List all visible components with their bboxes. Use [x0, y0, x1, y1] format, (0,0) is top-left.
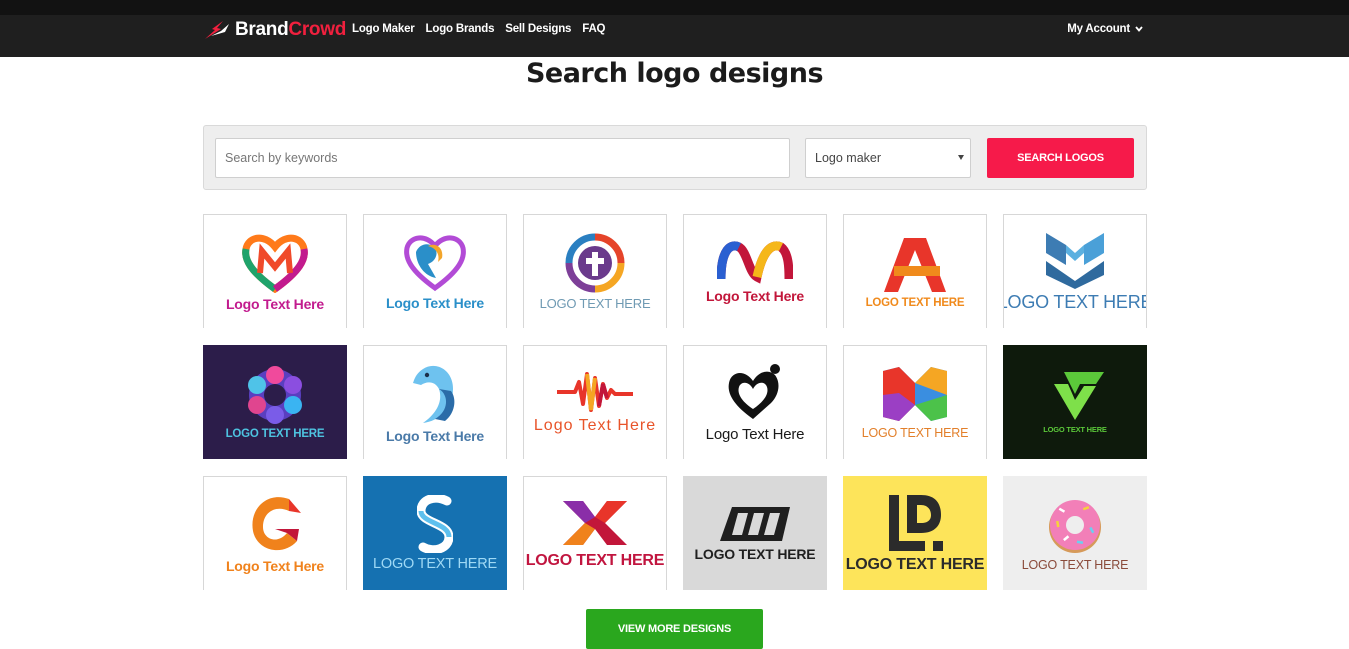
- logo-card[interactable]: LOGO TEXT HERE: [1003, 214, 1147, 328]
- brand-name-part1: Brand: [235, 19, 289, 40]
- speed-m-icon: [720, 506, 790, 541]
- logo-text: LOGO TEXT HERE: [1003, 291, 1147, 312]
- caret-down-icon: [958, 155, 964, 160]
- logo-grid: Logo Text Here Logo Text Here LOGO TEXT …: [203, 214, 1147, 590]
- letter-s-icon: [417, 494, 453, 553]
- search-logos-button[interactable]: SEARCH LOGOS: [987, 138, 1134, 178]
- brand-name-part2: Crowd: [288, 19, 347, 40]
- logo-text: LOGO TEXT HERE: [845, 555, 985, 573]
- logo-text: Logo Text Here: [225, 558, 325, 574]
- brand-logo[interactable]: BrandCrowd: [203, 19, 346, 41]
- letter-x-icon: [563, 501, 627, 545]
- logo-text: LOGO TEXT HERE: [373, 555, 497, 572]
- my-account-label: My Account: [1067, 23, 1130, 35]
- view-more-designs-button[interactable]: VIEW MORE DESIGNS: [586, 609, 763, 649]
- logo-card[interactable]: Logo Text Here: [523, 345, 667, 459]
- logo-card[interactable]: LOGO TEXT HERE: [523, 476, 667, 590]
- heart-family-icon: [728, 363, 780, 419]
- logo-text: Logo Text Here: [533, 417, 657, 434]
- main-nav: Logo Maker Logo Brands Sell Designs FAQ: [352, 23, 606, 35]
- gem-flower-icon: [248, 365, 302, 424]
- top-navbar: BrandCrowd Logo Maker Logo Brands Sell D…: [0, 0, 1349, 57]
- donut-icon: [1049, 499, 1101, 553]
- logo-card[interactable]: Logo Text Here: [363, 214, 507, 328]
- nav-logo-maker[interactable]: Logo Maker: [352, 23, 415, 35]
- chevron-down-icon: [1135, 23, 1143, 35]
- logo-card[interactable]: Logo Text Here: [683, 345, 827, 459]
- letter-a-icon: [884, 238, 946, 292]
- logo-text: LOGO TEXT HERE: [865, 297, 965, 309]
- search-panel: Logo maker SEARCH LOGOS: [203, 125, 1147, 190]
- keyword-search-input[interactable]: [215, 138, 790, 178]
- logo-text: LOGO TEXT HERE: [539, 295, 651, 311]
- logo-text: Logo Text Here: [705, 425, 805, 443]
- logo-card[interactable]: Logo Text Here: [203, 214, 347, 328]
- logo-card[interactable]: LOGO TEXT HERE: [843, 476, 987, 590]
- logo-text: Logo Text Here: [705, 288, 805, 304]
- logo-text: LOGO TEXT HERE: [525, 552, 665, 569]
- logo-text: Logo Text Here: [385, 428, 485, 444]
- nav-sell-designs[interactable]: Sell Designs: [505, 23, 571, 35]
- logo-text: LOGO TEXT HERE: [694, 545, 816, 562]
- logo-text: LOGO TEXT HERE: [861, 426, 969, 440]
- logo-text: LOGO TEXT HERE: [225, 427, 325, 440]
- nav-logo-brands[interactable]: Logo Brands: [426, 23, 495, 35]
- heart-m-icon: [242, 234, 308, 293]
- logo-text: LOGO TEXT HERE: [1043, 425, 1107, 434]
- logo-card[interactable]: LOGO TEXT HERE: [1003, 345, 1147, 459]
- category-select-value: Logo maker: [815, 151, 882, 165]
- logo-card[interactable]: Logo Text Here: [363, 345, 507, 459]
- ribbon-m-icon: [717, 241, 793, 284]
- page-title: Search logo designs: [525, 58, 824, 89]
- chevron-m-icon: [1046, 232, 1104, 289]
- logo-card[interactable]: LOGO TEXT HERE: [203, 345, 347, 459]
- logo-text: Logo Text Here: [385, 295, 485, 311]
- brand-bolt-icon: [203, 19, 231, 41]
- logo-card[interactable]: LOGO TEXT HERE: [843, 214, 987, 328]
- dolphin-icon: [413, 365, 455, 423]
- logo-card[interactable]: LOGO TEXT HERE: [523, 214, 667, 328]
- logo-text: LOGO TEXT HERE: [1021, 557, 1129, 572]
- logo-card[interactable]: LOGO TEXT HERE: [683, 476, 827, 590]
- letter-v-icon: [1046, 372, 1104, 420]
- logo-card[interactable]: Logo Text Here: [203, 476, 347, 590]
- logo-text: Logo Text Here: [225, 296, 325, 312]
- nav-faq[interactable]: FAQ: [582, 23, 605, 35]
- logo-card[interactable]: Logo Text Here: [683, 214, 827, 328]
- logo-card[interactable]: LOGO TEXT HERE: [843, 345, 987, 459]
- letters-ld-icon: [889, 494, 943, 551]
- heart-dog-icon: [404, 235, 466, 292]
- my-account-menu[interactable]: My Account: [1067, 23, 1143, 35]
- soundwave-icon: [557, 372, 633, 412]
- logo-card[interactable]: LOGO TEXT HERE: [1003, 476, 1147, 590]
- cross-circle-icon: [565, 233, 625, 292]
- letter-g-icon: [252, 497, 301, 551]
- cube-x-icon: [883, 367, 947, 421]
- logo-card[interactable]: LOGO TEXT HERE: [363, 476, 507, 590]
- category-select[interactable]: Logo maker: [805, 138, 971, 178]
